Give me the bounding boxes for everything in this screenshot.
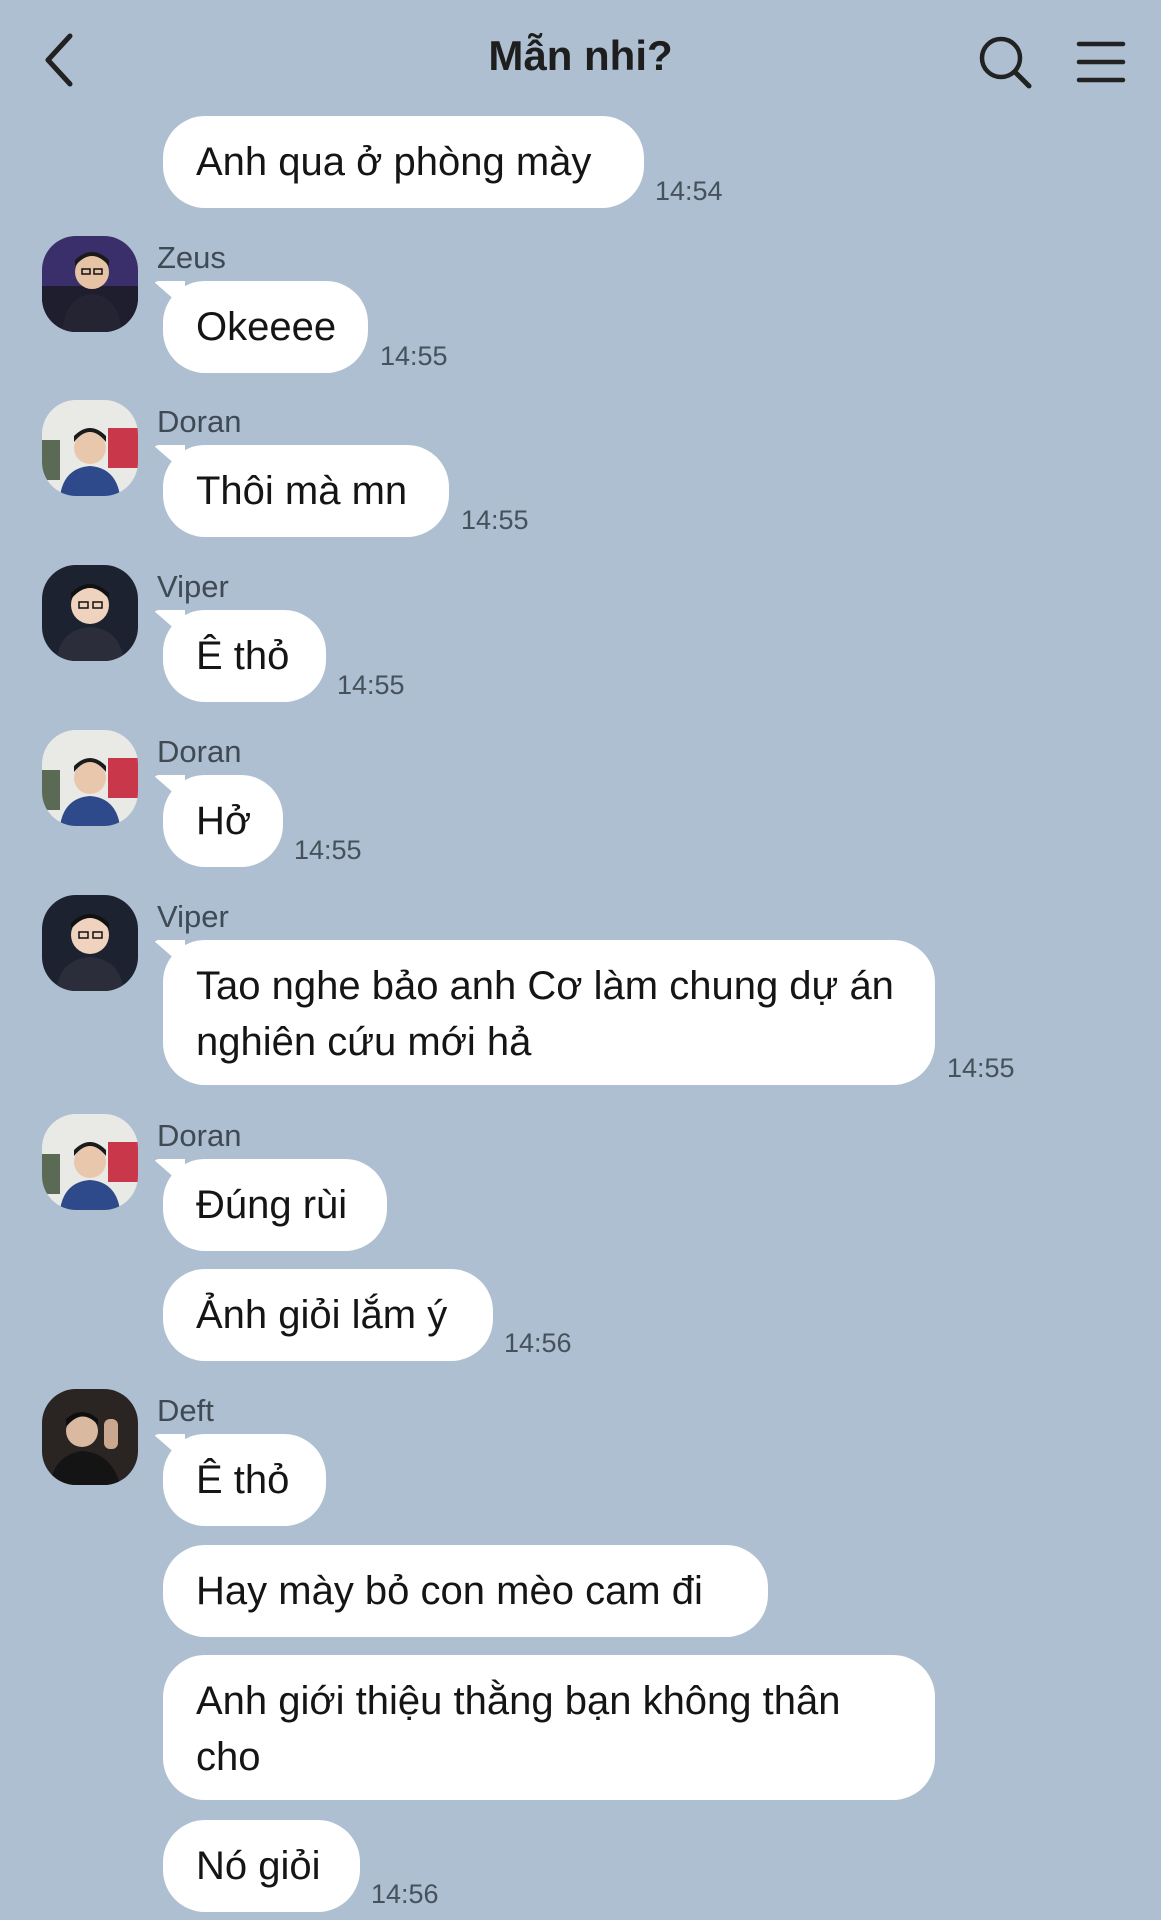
- message-bubble[interactable]: Ê thỏ: [163, 610, 326, 702]
- sender-name: Doran: [157, 404, 242, 439]
- search-button[interactable]: [975, 32, 1035, 92]
- message-time: 14:54: [655, 176, 723, 206]
- message-time: 14:55: [947, 1053, 1015, 1083]
- message-bubble[interactable]: Đúng rùi: [163, 1159, 387, 1251]
- sender-name: Doran: [157, 734, 242, 769]
- avatar-doran-image: [42, 730, 138, 826]
- message-bubble[interactable]: Nó giỏi: [163, 1820, 360, 1912]
- message-bubble[interactable]: Anh qua ở phòng mày: [163, 116, 644, 208]
- message-bubble[interactable]: Thôi mà mn: [163, 445, 449, 537]
- message-text: Thôi mà mn: [196, 469, 408, 513]
- avatar[interactable]: [42, 1389, 138, 1485]
- message-time: 14:55: [337, 670, 405, 700]
- message-time: 14:56: [371, 1879, 439, 1909]
- avatar[interactable]: [42, 730, 138, 826]
- sender-name: Doran: [157, 1118, 242, 1153]
- message-bubble[interactable]: Hay mày bỏ con mèo cam đi: [163, 1545, 768, 1637]
- message-text: Hở: [196, 799, 252, 843]
- avatar-zeus-image: [42, 236, 138, 332]
- message-text: Okeeee: [196, 305, 337, 349]
- message-text: Đúng rùi: [196, 1183, 348, 1227]
- message-text: Hay mày bỏ con mèo cam đi: [196, 1569, 703, 1613]
- sender-name: Viper: [157, 899, 229, 934]
- message-text: Nó giỏi: [196, 1844, 321, 1888]
- message-time: 14:55: [380, 341, 448, 371]
- message-bubble[interactable]: Anh giới thiệu thằng bạn không thân cho: [163, 1655, 935, 1800]
- avatar-doran-image: [42, 400, 138, 496]
- message-bubble[interactable]: Hở: [163, 775, 283, 867]
- sender-name: Zeus: [157, 240, 226, 275]
- message-time: 14:55: [294, 835, 362, 865]
- avatar[interactable]: [42, 1114, 138, 1210]
- search-icon: [979, 36, 1032, 89]
- avatar[interactable]: [42, 895, 138, 991]
- message-bubble[interactable]: Ê thỏ: [163, 1434, 326, 1526]
- message-text: Anh giới thiệu thằng bạn không thân cho: [196, 1679, 841, 1779]
- message-bubble[interactable]: Ảnh giỏi lắm ý: [163, 1269, 493, 1361]
- message-text: Anh qua ở phòng mày: [196, 140, 592, 184]
- avatar[interactable]: [42, 565, 138, 661]
- avatar-viper-image: [42, 565, 138, 661]
- sender-name: Viper: [157, 569, 229, 604]
- message-text: Tao nghe bảo anh Cơ làm chung dự án nghi…: [196, 964, 894, 1064]
- message-text: Ảnh giỏi lắm ý: [196, 1293, 448, 1337]
- hamburger-menu-icon: [1076, 41, 1126, 83]
- avatar[interactable]: [42, 236, 138, 332]
- message-text: Ê thỏ: [196, 634, 290, 678]
- menu-button[interactable]: [1075, 36, 1127, 88]
- sender-name: Deft: [157, 1393, 214, 1428]
- avatar-viper-image: [42, 895, 138, 991]
- message-time: 14:56: [504, 1328, 572, 1358]
- chat-header: Mẫn nhi?: [0, 0, 1161, 116]
- avatar[interactable]: [42, 400, 138, 496]
- avatar-deft-image: [42, 1389, 138, 1485]
- avatar-doran-image: [42, 1114, 138, 1210]
- message-bubble[interactable]: Okeeee: [163, 281, 368, 373]
- message-time: 14:55: [461, 505, 529, 535]
- message-bubble[interactable]: Tao nghe bảo anh Cơ làm chung dự án nghi…: [163, 940, 935, 1085]
- message-text: Ê thỏ: [196, 1458, 290, 1502]
